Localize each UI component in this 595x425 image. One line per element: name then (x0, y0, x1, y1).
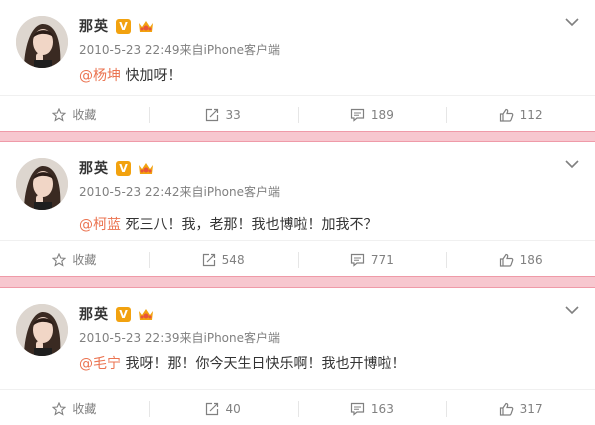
author-name[interactable]: 那英 (79, 304, 109, 324)
avatar-image (16, 304, 68, 356)
weibo-post: 那英 V 2010-5-23 22:39来自iPhone客户端 @毛宁 我呀！那… (0, 288, 595, 425)
action-bar: 收藏 548 771 186 (0, 240, 595, 278)
like-count: 112 (519, 107, 543, 122)
comment-count: 771 (370, 252, 394, 267)
author-name[interactable]: 那英 (79, 158, 109, 178)
favorite-label: 收藏 (72, 108, 97, 122)
comment-button[interactable]: 189 (297, 96, 447, 133)
comment-button[interactable]: 163 (297, 390, 447, 425)
favorite-button[interactable]: 收藏 (0, 390, 149, 425)
crown-icon (139, 21, 153, 32)
chevron-down-icon[interactable] (565, 17, 579, 27)
post-timestamp: 2010-5-23 22:42来自iPhone客户端 (79, 185, 281, 199)
crown-icon (139, 163, 153, 174)
action-bar: 收藏 40 163 317 (0, 389, 595, 425)
post-content: @柯蓝 死三八！我，老那！我也博啦！加我不？ (79, 214, 377, 234)
repost-count: 33 (225, 107, 241, 122)
action-bar: 收藏 33 189 112 (0, 95, 595, 133)
mention-link[interactable]: @毛宁 (79, 356, 121, 372)
post-timestamp: 2010-5-23 22:39来自iPhone客户端 (79, 331, 281, 345)
like-count: 317 (519, 401, 543, 416)
comment-icon (350, 253, 365, 267)
star-icon (52, 401, 67, 416)
like-button[interactable]: 317 (446, 390, 595, 425)
thumbs-up-icon (499, 108, 514, 122)
star-icon (52, 107, 67, 122)
avatar[interactable] (16, 304, 68, 356)
post-text: 死三八！我，老那！我也博啦！加我不？ (121, 217, 378, 233)
repost-button[interactable]: 40 (148, 390, 298, 425)
repost-button[interactable]: 33 (148, 96, 298, 133)
post-timestamp: 2010-5-23 22:49来自iPhone客户端 (79, 43, 281, 57)
repost-icon (206, 108, 219, 121)
repost-icon (202, 253, 215, 266)
post-text: 快加呀！ (121, 68, 182, 84)
verified-icon: V (116, 18, 131, 34)
thumbs-up-icon (499, 253, 514, 267)
avatar-image (16, 158, 68, 210)
like-button[interactable]: 186 (446, 241, 595, 278)
post-content: @毛宁 我呀！那！你今天生日快乐啊！我也开博啦！ (79, 353, 405, 373)
comment-icon (350, 402, 365, 416)
feed-divider (0, 276, 595, 288)
favorite-button[interactable]: 收藏 (0, 96, 149, 133)
author-name[interactable]: 那英 (79, 16, 109, 36)
mention-link[interactable]: @柯蓝 (79, 217, 121, 233)
repost-count: 40 (225, 401, 241, 416)
comment-count: 163 (370, 401, 394, 416)
chevron-down-icon[interactable] (565, 305, 579, 315)
weibo-post: 那英 V 2010-5-23 22:49来自iPhone客户端 @杨坤 快加呀！… (0, 0, 595, 131)
like-button[interactable]: 112 (446, 96, 595, 133)
star-icon (52, 252, 67, 267)
post-content: @杨坤 快加呀！ (79, 65, 181, 85)
verified-icon: V (116, 306, 131, 322)
mention-link[interactable]: @杨坤 (79, 68, 121, 84)
feed-divider (0, 131, 595, 142)
favorite-label: 收藏 (72, 402, 97, 416)
repost-button[interactable]: 548 (148, 241, 298, 278)
avatar[interactable] (16, 16, 68, 68)
avatar[interactable] (16, 158, 68, 210)
comment-button[interactable]: 771 (297, 241, 447, 278)
chevron-down-icon[interactable] (565, 159, 579, 169)
avatar-image (16, 16, 68, 68)
thumbs-up-icon (499, 402, 514, 416)
weibo-post: 那英 V 2010-5-23 22:42来自iPhone客户端 @柯蓝 死三八！… (0, 142, 595, 276)
crown-icon (139, 309, 153, 320)
post-text: 我呀！那！你今天生日快乐啊！我也开博啦！ (121, 356, 406, 372)
comment-count: 189 (370, 107, 394, 122)
repost-icon (206, 402, 219, 415)
verified-icon: V (116, 160, 131, 176)
comment-icon (350, 108, 365, 122)
like-count: 186 (519, 252, 543, 267)
repost-count: 548 (221, 252, 245, 267)
favorite-button[interactable]: 收藏 (0, 241, 149, 278)
favorite-label: 收藏 (72, 253, 97, 267)
